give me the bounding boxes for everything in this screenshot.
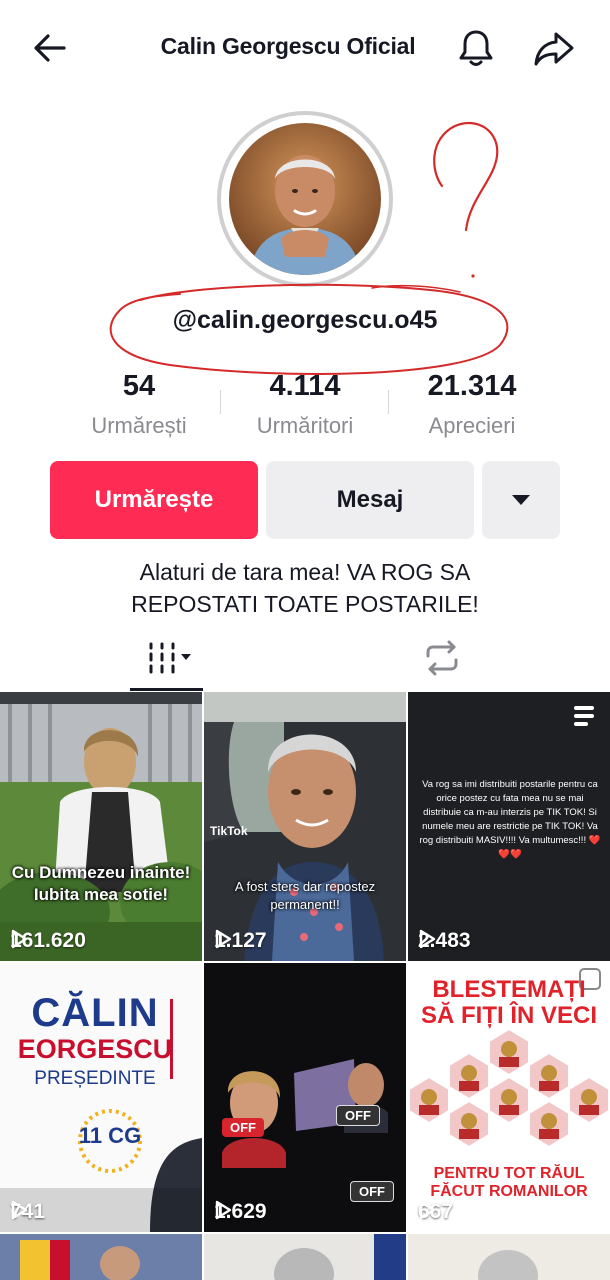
video-thumbnail[interactable]: OFF OFF OFF 1.629 bbox=[204, 963, 406, 1232]
video-thumbnail[interactable] bbox=[0, 1234, 202, 1280]
view-count: 667 bbox=[418, 1200, 453, 1224]
play-icon bbox=[11, 1200, 28, 1220]
followers-stat[interactable]: 4.114 Urmăritori bbox=[220, 366, 390, 444]
view-count: 2.483 bbox=[418, 929, 471, 953]
share-icon bbox=[534, 32, 574, 66]
view-count: 161.620 bbox=[10, 929, 86, 953]
play-icon bbox=[215, 929, 232, 949]
back-button[interactable] bbox=[26, 24, 74, 72]
message-button[interactable]: Mesaj bbox=[266, 461, 474, 539]
tab-videos[interactable] bbox=[130, 630, 204, 686]
tiktok-watermark: TikTok bbox=[210, 824, 248, 838]
poster-title-line: BLESTEMAȚI bbox=[432, 976, 586, 1003]
poster-subtitle-line: FĂCUT ROMANILOR bbox=[430, 1183, 588, 1200]
bio-line: REPOSTATI TOATE POSTARILE! bbox=[131, 591, 479, 617]
view-count: 1.629 bbox=[214, 1200, 267, 1224]
following-count: 54 bbox=[122, 370, 156, 402]
caret-down-icon bbox=[512, 495, 530, 505]
bell-icon bbox=[459, 30, 493, 66]
tab-reposts[interactable] bbox=[405, 630, 479, 686]
active-tab-indicator bbox=[130, 688, 203, 691]
video-thumbnail[interactable]: CĂLIN EORGESCU PREȘEDINTE 11 CG 741 bbox=[0, 963, 202, 1232]
poster-subtitle: PENTRU TOT RĂUL FĂCUT ROMANILOR bbox=[408, 1165, 610, 1201]
off-toggle: OFF bbox=[350, 1181, 394, 1202]
video-caption: A fost sters dar repostez permanent!! bbox=[204, 878, 406, 914]
profile-bio: Alaturi de tara mea! VA ROG SA REPOSTATI… bbox=[0, 556, 610, 620]
video-thumbnail[interactable]: BLESTEMAȚI SĂ FIȚI ÎN VECI PENTRU TOT RĂ… bbox=[408, 963, 610, 1232]
page-title: Calin Georgescu Oficial bbox=[160, 33, 416, 59]
video-thumbnail[interactable]: TikTok A fost sters dar repostez permane… bbox=[204, 692, 406, 961]
caption-line: Cu Dumnezeu inainte! bbox=[11, 863, 191, 882]
profile-stats: 54 Urmărești 4.114 Urmăritori 21.314 Apr… bbox=[0, 366, 610, 446]
follow-button[interactable]: Urmărește bbox=[50, 461, 258, 539]
top-bar: Calin Georgescu Oficial bbox=[0, 0, 610, 96]
poster-surname: EORGESCU bbox=[17, 1034, 173, 1064]
off-badge: OFF bbox=[222, 1118, 264, 1137]
video-thumbnail[interactable]: Va rog sa imi distribuiti postarile pent… bbox=[408, 692, 610, 961]
more-options-button[interactable] bbox=[482, 461, 560, 539]
share-button[interactable] bbox=[530, 24, 578, 72]
play-icon bbox=[419, 1200, 436, 1220]
poster-subtitle-line: PENTRU TOT RĂUL bbox=[433, 1165, 585, 1182]
likes-stat: 21.314 Aprecieri bbox=[387, 366, 557, 444]
following-stat[interactable]: 54 Urmărești bbox=[54, 366, 224, 444]
view-count: 741 bbox=[10, 1200, 45, 1224]
video-thumbnail[interactable] bbox=[408, 1234, 610, 1280]
followers-label: Urmăritori bbox=[256, 413, 354, 438]
poster-name: CĂLIN bbox=[31, 991, 159, 1035]
video-thumbnail[interactable]: Cu Dumnezeu inainte! Iubita mea sotie! 1… bbox=[0, 692, 202, 961]
play-icon bbox=[11, 929, 28, 949]
bio-line: Alaturi de tara mea! VA ROG SA bbox=[139, 559, 471, 585]
likes-label: Aprecieri bbox=[428, 413, 516, 438]
poster-title-line: SĂ FIȚI ÎN VECI bbox=[420, 1002, 597, 1029]
caption-line: Iubita mea sotie! bbox=[33, 885, 169, 904]
caption-line: A fost sters dar repostez bbox=[234, 879, 376, 894]
poster-role: PREȘEDINTE bbox=[34, 1068, 156, 1089]
username: @calin.georgescu.o45 bbox=[172, 306, 438, 334]
poster-title: BLESTEMAȚI SĂ FIȚI ÎN VECI bbox=[408, 977, 610, 1029]
poster-logo: 11 CG bbox=[78, 1123, 142, 1148]
notifications-button[interactable] bbox=[452, 24, 500, 72]
caption-line: permanent!! bbox=[270, 897, 340, 912]
play-icon bbox=[419, 929, 436, 949]
followers-count: 4.114 bbox=[269, 370, 341, 402]
repost-icon bbox=[426, 640, 458, 676]
off-toggle: OFF bbox=[336, 1105, 380, 1126]
view-count: 1.127 bbox=[214, 929, 267, 953]
video-text-overlay: Va rog sa imi distribuiti postarile pent… bbox=[419, 779, 601, 860]
play-icon bbox=[215, 1200, 232, 1220]
video-thumbnail[interactable] bbox=[204, 1234, 406, 1280]
video-caption: Cu Dumnezeu inainte! Iubita mea sotie! bbox=[0, 862, 202, 906]
avatar[interactable] bbox=[229, 123, 381, 275]
following-label: Urmărești bbox=[91, 413, 187, 438]
videos-grid-icon bbox=[149, 642, 191, 674]
likes-count: 21.314 bbox=[427, 370, 517, 402]
arrow-left-icon bbox=[34, 34, 66, 62]
